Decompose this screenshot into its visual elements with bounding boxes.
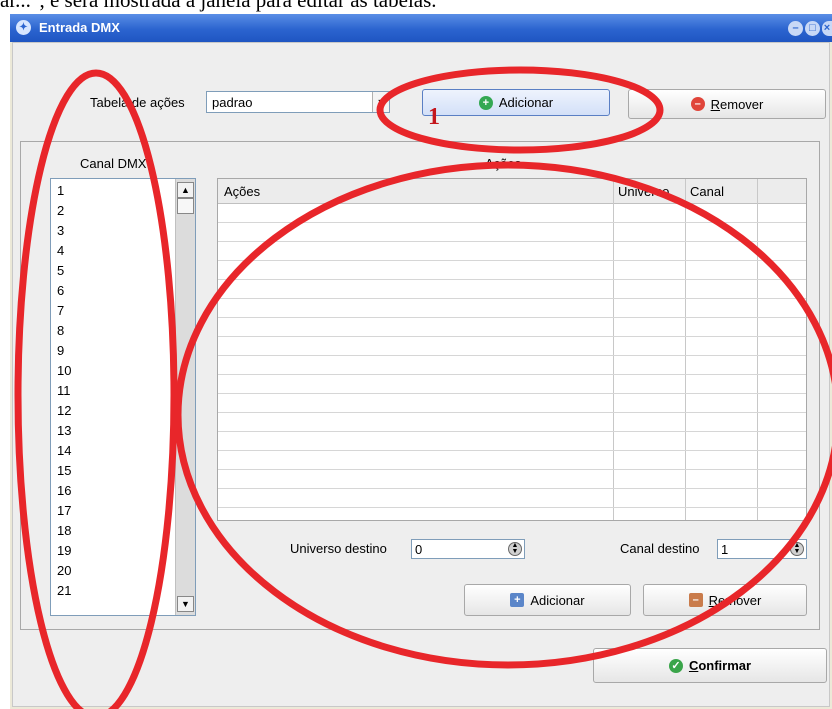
scroll-up-icon[interactable]: ▲ [177, 182, 194, 198]
remove-table-button[interactable]: – Remover [628, 89, 826, 119]
table-row[interactable] [218, 431, 806, 432]
table-row[interactable] [218, 450, 806, 451]
list-item[interactable]: 2 [57, 203, 64, 218]
universe-destination-value: 0 [415, 542, 423, 557]
table-row[interactable] [218, 298, 806, 299]
list-item[interactable]: 16 [57, 483, 71, 498]
list-item[interactable]: 13 [57, 423, 71, 438]
table-row[interactable] [218, 374, 806, 375]
list-item[interactable]: 21 [57, 583, 71, 598]
add-table-label: Adicionar [498, 95, 554, 110]
remove-action-icon: – [688, 593, 703, 607]
spinner-icon[interactable]: ▲ ▼ [790, 542, 804, 556]
channel-destination-label: Canal destino [620, 541, 700, 556]
remove-action-label: Remover [708, 592, 762, 608]
document-caption: ar...", e será mostrada a janela para ed… [0, 0, 437, 12]
list-item[interactable]: 6 [57, 283, 64, 298]
list-item[interactable]: 14 [57, 443, 71, 458]
dmx-list-scrollbar[interactable]: ▲ ▼ [175, 179, 195, 615]
list-item[interactable]: 19 [57, 543, 71, 558]
remove-action-button[interactable]: – Remover [643, 584, 807, 616]
channel-destination-value: 1 [721, 542, 729, 557]
list-item[interactable]: 10 [57, 363, 71, 378]
table-row[interactable] [218, 488, 806, 489]
scroll-down-icon[interactable]: ▼ [177, 596, 194, 612]
table-row[interactable] [218, 222, 806, 223]
table-row[interactable] [218, 355, 806, 356]
table-row[interactable] [218, 260, 806, 261]
app-icon[interactable]: ✦ [16, 20, 31, 35]
table-row[interactable] [218, 317, 806, 318]
confirm-button[interactable]: ✓ Confirmar [593, 648, 827, 683]
spinner-icon[interactable]: ▲ ▼ [508, 542, 522, 556]
list-item[interactable]: 15 [57, 463, 71, 478]
remove-table-label: Remover [710, 96, 764, 112]
list-item[interactable]: 9 [57, 343, 64, 358]
table-row[interactable] [218, 469, 806, 470]
minimize-icon[interactable]: – [788, 21, 803, 36]
title-bar[interactable]: ✦ Entrada DMX – □ × [10, 14, 832, 42]
channel-destination-field[interactable]: 1 ▲ ▼ [717, 539, 807, 559]
actions-header: Ações [485, 156, 522, 171]
list-item[interactable]: 4 [57, 243, 64, 258]
add-table-button[interactable]: + Adicionar [422, 89, 610, 116]
actions-table-label: Tabela de ações [90, 95, 185, 110]
table-row[interactable] [218, 241, 806, 242]
scroll-thumb[interactable] [177, 198, 194, 214]
chevron-down-icon[interactable]: ▼ [372, 92, 389, 112]
column-header-channel[interactable]: Canal [690, 184, 724, 199]
list-item[interactable]: 5 [57, 263, 64, 278]
column-header-actions[interactable]: Ações [224, 184, 260, 199]
table-header: Ações Universo Canal [218, 179, 806, 204]
dmx-channel-header: Canal DMX [80, 156, 147, 171]
actions-table[interactable]: Ações Universo Canal [217, 178, 807, 521]
add-action-label: Adicionar [530, 592, 585, 608]
remove-icon: – [690, 97, 705, 111]
table-row[interactable] [218, 336, 806, 337]
table-row[interactable] [218, 507, 806, 508]
universe-destination-label: Universo destino [290, 541, 387, 556]
check-icon: ✓ [668, 658, 683, 673]
list-item[interactable]: 17 [57, 503, 71, 518]
maximize-icon[interactable]: □ [805, 21, 820, 36]
dmx-channel-list[interactable]: 1 2 3 4 5 6 7 8 9 10 11 12 13 14 15 16 1… [50, 178, 196, 616]
table-row[interactable] [218, 279, 806, 280]
annotation-marker: 1 [428, 104, 440, 130]
list-item[interactable]: 18 [57, 523, 71, 538]
actions-table-value: padrao [212, 95, 253, 110]
close-icon[interactable]: × [822, 21, 832, 36]
list-item[interactable]: 20 [57, 563, 71, 578]
column-header-universe[interactable]: Universo [618, 184, 684, 199]
window-title: Entrada DMX [39, 20, 120, 35]
universe-destination-field[interactable]: 0 ▲ ▼ [411, 539, 525, 559]
list-item[interactable]: 1 [57, 183, 64, 198]
confirm-label: Confirmar [688, 658, 752, 673]
list-item[interactable]: 11 [57, 383, 71, 398]
list-item[interactable]: 12 [57, 403, 71, 418]
list-item[interactable]: 3 [57, 223, 64, 238]
add-action-icon: + [510, 593, 525, 607]
add-action-button[interactable]: + Adicionar [464, 584, 631, 616]
table-row[interactable] [218, 412, 806, 413]
add-icon: + [478, 95, 493, 110]
actions-table-select[interactable]: padrao ▼ [206, 91, 390, 113]
list-item[interactable]: 8 [57, 323, 64, 338]
list-item[interactable]: 7 [57, 303, 64, 318]
table-row[interactable] [218, 393, 806, 394]
